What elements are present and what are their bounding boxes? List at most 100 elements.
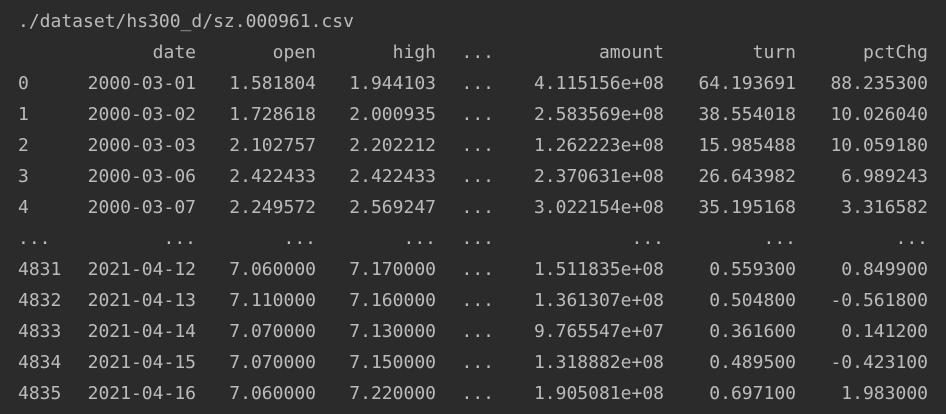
cell-ellipsis: ... (461, 352, 494, 373)
cell-amount: 1.361307e+08 (533, 290, 664, 311)
cell-pctchg: 10.059180 (830, 135, 928, 156)
cell-open: 1.728618 (229, 104, 316, 125)
column-header-turn: turn (752, 42, 796, 63)
row-index: 4834 (18, 352, 62, 373)
cell-ellipsis: ... (461, 228, 494, 249)
cell-high: 7.130000 (349, 321, 436, 342)
row-index: ... (18, 228, 51, 249)
cell-high: 7.170000 (349, 259, 436, 280)
cell-pctchg: 0.141200 (841, 321, 928, 342)
cell-turn: 0.489500 (709, 352, 796, 373)
cell-turn: 38.554018 (698, 104, 796, 125)
cell-turn: 0.559300 (709, 259, 796, 280)
cell-open: 2.249572 (229, 197, 316, 218)
cell-ellipsis: ... (461, 383, 494, 404)
cell-date: 2000-03-06 (87, 166, 196, 187)
cell-turn: 64.193691 (698, 73, 796, 94)
cell-date: 2021-04-16 (87, 383, 196, 404)
cell-amount: 1.511835e+08 (533, 259, 664, 280)
row-index: 2 (18, 135, 29, 156)
cell-pctchg: 1.983000 (841, 383, 928, 404)
row-index: 4831 (18, 259, 62, 280)
cell-date: 2021-04-13 (87, 290, 196, 311)
cell-turn: 26.643982 (698, 166, 796, 187)
cell-date: 2000-03-03 (87, 135, 196, 156)
cell-ellipsis: ... (461, 290, 494, 311)
cell-open: 7.070000 (229, 321, 316, 342)
cell-high: 2.422433 (349, 166, 436, 187)
table-row: 3 2000-03-06 2.422433 2.422433... 2.370631e+… (18, 161, 946, 192)
cell-high: 7.150000 (349, 352, 436, 373)
cell-open: ... (283, 228, 316, 249)
cell-high: 2.569247 (349, 197, 436, 218)
table-header: date open high ... amount turn pctChg (18, 37, 946, 68)
cell-turn: 0.361600 (709, 321, 796, 342)
cell-high: 7.160000 (349, 290, 436, 311)
cell-date: 2000-03-07 (87, 197, 196, 218)
cell-high: ... (403, 228, 436, 249)
cell-amount: 2.583569e+08 (533, 104, 664, 125)
cell-amount: ... (631, 228, 664, 249)
cell-amount: 1.905081e+08 (533, 383, 664, 404)
cell-turn: 35.195168 (698, 197, 796, 218)
cell-open: 2.422433 (229, 166, 316, 187)
cell-open: 7.060000 (229, 383, 316, 404)
cell-date: 2021-04-12 (87, 259, 196, 280)
cell-open: 1.581804 (229, 73, 316, 94)
row-index: 1 (18, 104, 29, 125)
cell-amount: 1.318882e+08 (533, 352, 664, 373)
cell-amount: 4.115156e+08 (533, 73, 664, 94)
cell-turn: ... (763, 228, 796, 249)
table-row: 1 2000-03-02 1.728618 2.000935... 2.583569e+… (18, 99, 946, 130)
column-header-date: date (152, 42, 196, 63)
cell-open: 7.110000 (229, 290, 316, 311)
cell-date: 2021-04-14 (87, 321, 196, 342)
cell-open: 7.060000 (229, 259, 316, 280)
table-row: 4831 2021-04-12 7.060000 7.170000... 1.51183… (18, 254, 946, 285)
row-index: 0 (18, 73, 29, 94)
cell-amount: 9.765547e+07 (533, 321, 664, 342)
cell-high: 2.202212 (349, 135, 436, 156)
cell-amount: 1.262223e+08 (533, 135, 664, 156)
cell-turn: 0.504800 (709, 290, 796, 311)
table-row: 0 2000-03-01 1.581804 1.944103... 4.115156e+… (18, 68, 946, 99)
cell-pctchg: ... (895, 228, 928, 249)
cell-turn: 0.697100 (709, 383, 796, 404)
file-path: ./dataset/hs300_d/sz.000961.csv (18, 11, 354, 32)
column-header-pctchg: pctChg (862, 42, 928, 63)
cell-open: 7.070000 (229, 352, 316, 373)
cell-pctchg: 6.989243 (841, 166, 928, 187)
table-row: 2 2000-03-03 2.102757 2.202212... 1.262223e+… (18, 130, 946, 161)
cell-pctchg: 3.316582 (841, 197, 928, 218)
cell-pctchg: 88.235300 (830, 73, 928, 94)
cell-ellipsis: ... (461, 73, 494, 94)
column-header-ellipsis: ... (461, 42, 494, 63)
row-index: 4835 (18, 383, 62, 404)
cell-pctchg: -0.423100 (830, 352, 928, 373)
table-row: 4 2000-03-07 2.249572 2.569247... 3.022154e+… (18, 192, 946, 223)
row-index: 4 (18, 197, 29, 218)
table-row: 4832 2021-04-13 7.110000 7.160000... 1.36130… (18, 285, 946, 316)
cell-date: 2021-04-15 (87, 352, 196, 373)
column-header-high: high (392, 42, 436, 63)
cell-ellipsis: ... (461, 321, 494, 342)
cell-amount: 2.370631e+08 (533, 166, 664, 187)
cell-ellipsis: ... (461, 197, 494, 218)
cell-ellipsis: ... (461, 259, 494, 280)
cell-date: ... (163, 228, 196, 249)
table-body: 0 2000-03-01 1.581804 1.944103... 4.115156e+… (18, 68, 946, 409)
cell-pctchg: 10.026040 (830, 104, 928, 125)
cell-high: 2.000935 (349, 104, 436, 125)
cell-date: 2000-03-01 (87, 73, 196, 94)
row-index: 4833 (18, 321, 62, 342)
console-output: ./dataset/hs300_d/sz.000961.csv date ope… (0, 0, 946, 414)
table-row: 4833 2021-04-14 7.070000 7.130000... 9.76554… (18, 316, 946, 347)
cell-ellipsis: ... (461, 104, 494, 125)
table-row: 4835 2021-04-16 7.060000 7.220000... 1.90508… (18, 378, 946, 409)
cell-ellipsis: ... (461, 135, 494, 156)
cell-pctchg: 0.849900 (841, 259, 928, 280)
cell-high: 7.220000 (349, 383, 436, 404)
table-row: ........................ (18, 223, 946, 254)
cell-turn: 15.985488 (698, 135, 796, 156)
table-row: 4834 2021-04-15 7.070000 7.150000... 1.31888… (18, 347, 946, 378)
